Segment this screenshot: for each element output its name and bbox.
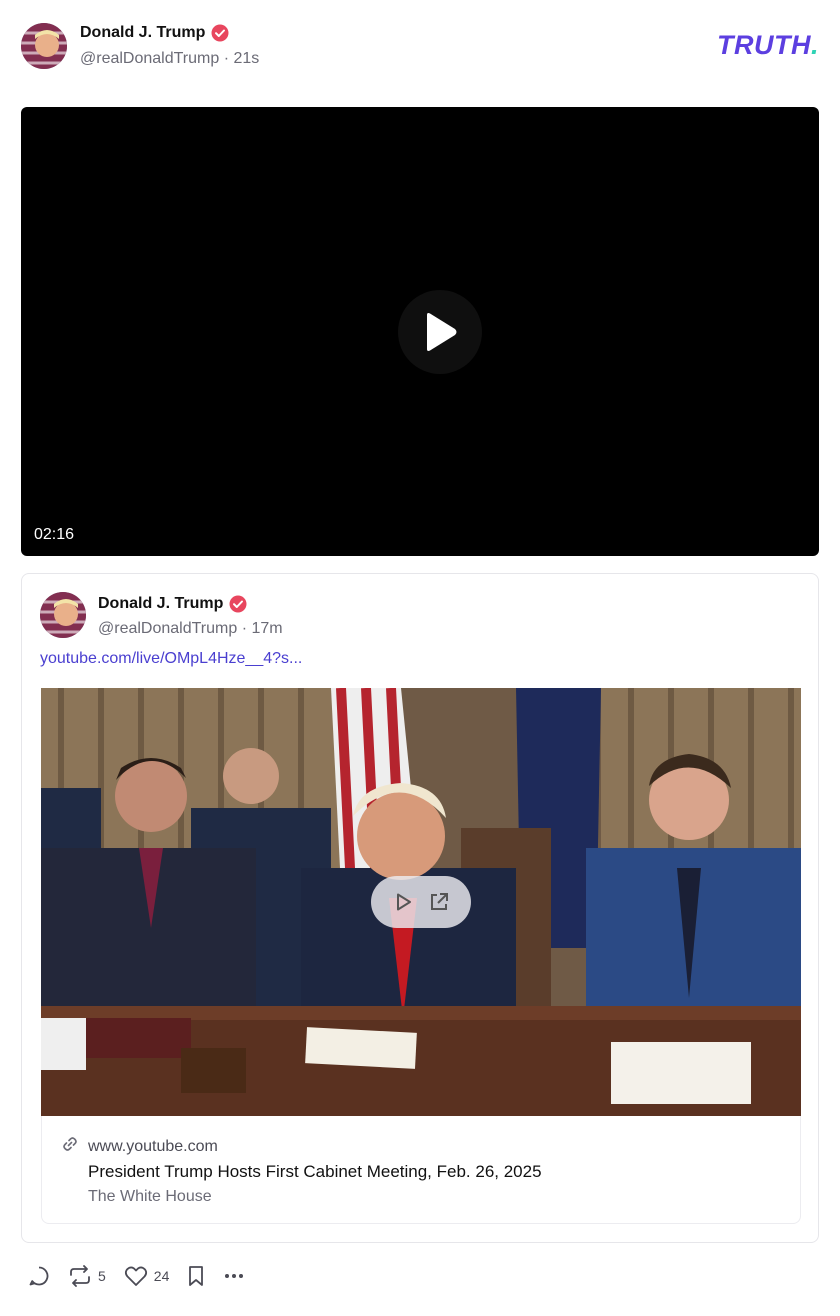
verified-badge-icon: [211, 24, 229, 42]
like-button[interactable]: 24: [124, 1265, 170, 1287]
link-preview-info[interactable]: www.youtube.com President Trump Hosts Fi…: [41, 1116, 801, 1224]
more-icon: [225, 1274, 244, 1278]
link-title[interactable]: President Trump Hosts First Cabinet Meet…: [88, 1162, 542, 1182]
video-duration: 02:16: [34, 526, 75, 543]
quoted-post-time[interactable]: · 17m: [242, 620, 283, 637]
quoted-author-avatar[interactable]: [40, 592, 86, 638]
play-icon[interactable]: [392, 891, 414, 913]
author-meta: @realDonaldTrump · 21s: [80, 50, 259, 68]
retruth-count: 5: [98, 1268, 106, 1284]
video-player[interactable]: 02:16: [21, 107, 819, 556]
retruth-button[interactable]: 5: [68, 1265, 106, 1287]
brand-text: TRUTH: [717, 30, 811, 60]
reply-icon: [29, 1266, 49, 1286]
author-display-name[interactable]: Donald J. Trump: [80, 24, 205, 42]
external-link-icon[interactable]: [428, 891, 450, 913]
heart-icon: [124, 1266, 147, 1286]
brand-dot: .: [810, 30, 819, 60]
author-name-row: Donald J. Trump: [80, 24, 229, 42]
bookmark-button[interactable]: [187, 1265, 205, 1287]
link-source: The White House: [88, 1188, 212, 1205]
link-domain: www.youtube.com: [88, 1137, 218, 1155]
avatar-image: [40, 592, 86, 638]
link-preview-thumbnail[interactable]: [41, 688, 801, 1116]
post-time[interactable]: · 21s: [224, 50, 260, 67]
author-avatar[interactable]: [21, 23, 67, 69]
play-icon: [427, 313, 457, 351]
avatar-image: [21, 23, 67, 69]
link-icon: [62, 1136, 78, 1157]
play-button[interactable]: [398, 290, 482, 374]
post-action-bar: 5 24: [28, 1265, 263, 1287]
author-handle[interactable]: @realDonaldTrump: [80, 50, 219, 67]
link-domain-row: www.youtube.com: [62, 1136, 218, 1157]
quoted-post-card[interactable]: Donald J. Trump @realDonaldTrump · 17m y…: [21, 573, 819, 1243]
youtube-link[interactable]: youtube.com/live/OMpL4Hze__4?s...: [40, 650, 302, 668]
youtube-controls: [371, 876, 471, 928]
quoted-author-name-row: Donald J. Trump: [98, 595, 247, 613]
truth-logo[interactable]: TRUTH.: [717, 30, 819, 61]
quoted-author-display-name[interactable]: Donald J. Trump: [98, 595, 223, 613]
retruth-icon: [70, 1265, 90, 1287]
verified-badge-icon: [229, 595, 247, 613]
reply-button[interactable]: [28, 1265, 50, 1287]
quoted-author-meta: @realDonaldTrump · 17m: [98, 620, 283, 638]
quoted-author-handle[interactable]: @realDonaldTrump: [98, 620, 237, 637]
more-options-button[interactable]: [223, 1265, 245, 1287]
like-count: 24: [153, 1268, 170, 1284]
bookmark-icon: [189, 1266, 204, 1286]
